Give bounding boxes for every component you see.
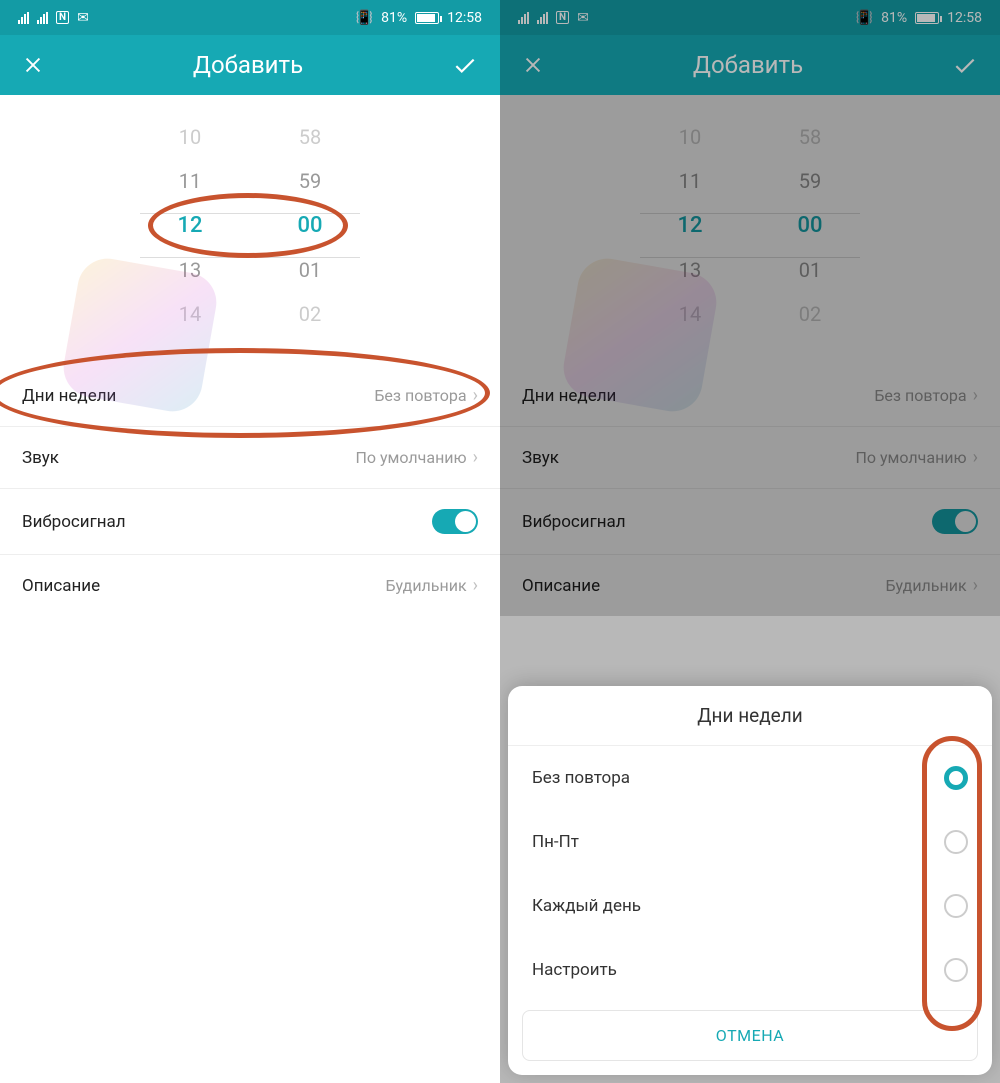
phone-left: N ✉ 📳 81% 12:58 Добавить 10 11 12 13 xyxy=(0,0,500,1083)
phone-right: N ✉ 📳 81% 12:58 Добавить 10 11 12 13 xyxy=(500,0,1000,1083)
radio-icon[interactable] xyxy=(944,830,968,854)
row-sound[interactable]: Звук По умолчанию› xyxy=(0,427,500,489)
status-bar: N ✉ 📳 81% 12:58 xyxy=(0,0,500,35)
row-label: Звук xyxy=(22,448,59,468)
battery-percent: 81% xyxy=(381,10,407,26)
page-title: Добавить xyxy=(193,51,303,79)
time-picker[interactable]: 10 11 12 13 14 58 59 00 01 02 xyxy=(0,95,500,355)
vibrate-icon: 📳 xyxy=(356,10,373,26)
chevron-right-icon: › xyxy=(473,575,478,596)
sheet-option-everyday[interactable]: Каждый день xyxy=(508,874,992,938)
sheet-option-custom[interactable]: Настроить xyxy=(508,938,992,1002)
settings-list: Дни недели Без повтора› Звук По умолчани… xyxy=(0,355,500,616)
row-description[interactable]: Описание Будильник› xyxy=(0,555,500,616)
toggle-vibrate[interactable] xyxy=(432,509,478,534)
radio-icon[interactable] xyxy=(944,894,968,918)
close-icon[interactable] xyxy=(22,54,44,76)
sheet-title: Дни недели xyxy=(508,686,992,746)
mail-icon: ✉ xyxy=(77,10,89,26)
cancel-button[interactable]: ОТМЕНА xyxy=(522,1010,978,1061)
row-label: Описание xyxy=(22,576,100,596)
sheet-option-no-repeat[interactable]: Без повтора xyxy=(508,746,992,810)
sheet-option-weekdays[interactable]: Пн-Пт xyxy=(508,810,992,874)
row-label: Вибросигнал xyxy=(22,512,126,532)
clock-time: 12:58 xyxy=(447,10,482,26)
radio-icon[interactable] xyxy=(944,958,968,982)
days-sheet: Дни недели Без повтора Пн-Пт Каждый день… xyxy=(508,686,992,1075)
signal-icon-2 xyxy=(37,12,48,24)
row-label: Дни недели xyxy=(22,386,116,406)
radio-icon[interactable] xyxy=(944,766,968,790)
chevron-right-icon: › xyxy=(473,447,478,468)
chevron-right-icon: › xyxy=(473,385,478,406)
row-vibrate[interactable]: Вибросигнал xyxy=(0,489,500,555)
minute-column[interactable]: 58 59 00 01 02 xyxy=(270,125,350,355)
header: Добавить xyxy=(0,35,500,95)
row-days[interactable]: Дни недели Без повтора› xyxy=(0,365,500,427)
battery-icon xyxy=(415,12,439,24)
confirm-icon[interactable] xyxy=(452,52,478,78)
nfc-icon: N xyxy=(56,11,69,24)
signal-icon-1 xyxy=(18,12,29,24)
hour-column[interactable]: 10 11 12 13 14 xyxy=(150,125,230,355)
